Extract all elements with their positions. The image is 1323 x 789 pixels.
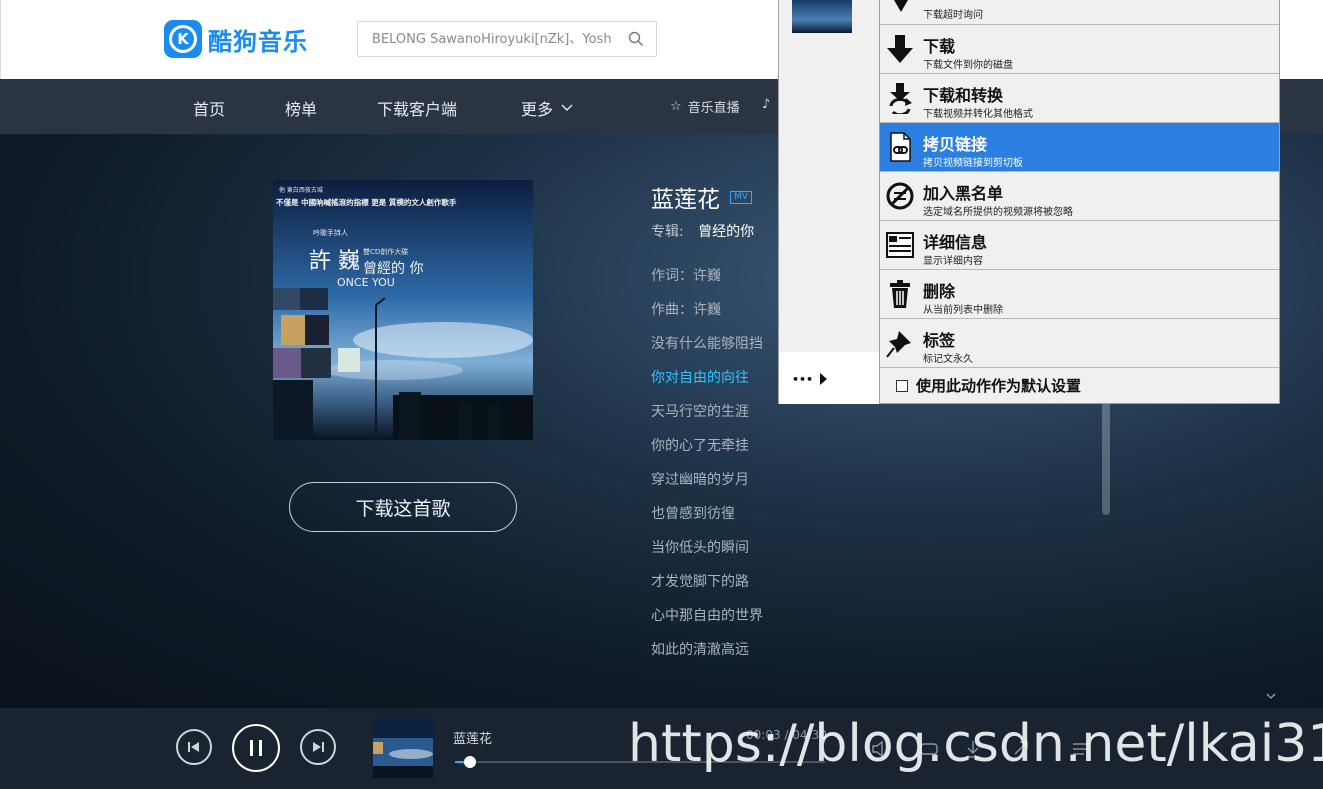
nav-charts[interactable]: 榜单	[285, 96, 317, 120]
menu-item-delete[interactable]: 删除 从当前列表中删除	[880, 270, 1279, 319]
menu-item-sub: 标记文永久	[923, 354, 973, 365]
cover-album-en: ONCE YOU	[337, 276, 395, 289]
menu-item-label: 下载	[923, 37, 956, 56]
download-song-button[interactable]: 下载这首歌	[289, 482, 517, 532]
menu-item-sub: 拷贝视频链接到剪切板	[923, 158, 1023, 169]
nav-more[interactable]: 更多	[521, 96, 573, 120]
song-title-text: 蓝莲花	[651, 187, 720, 213]
default-action-checkbox[interactable]	[896, 379, 908, 392]
menu-item-label: 详细信息	[923, 233, 988, 252]
nav-download-client[interactable]: 下载客户端	[377, 96, 457, 120]
menu-item-sub: 从当前列表中删除	[923, 305, 1003, 316]
menu-item-sub: 下载文件到你的磁盘	[923, 60, 1013, 71]
nav-live[interactable]: ☆ 音乐直播	[670, 97, 740, 116]
more-label: •••	[791, 372, 814, 386]
lyric-line: 你的心了无牵挂	[651, 438, 749, 454]
lyric-line: 作词：许巍	[651, 268, 721, 284]
nav-more-label: 更多	[521, 100, 554, 119]
menu-item-sub: 显示详细内容	[923, 256, 983, 267]
previous-icon	[188, 742, 199, 752]
previous-button[interactable]	[176, 729, 212, 765]
copy-link-icon	[890, 132, 911, 162]
album-name[interactable]: 曾经的你	[698, 224, 754, 240]
lyric-line-active: 你对自由的向往	[651, 370, 749, 386]
context-side-panel: •••	[778, 0, 879, 404]
menu-item-download-convert[interactable]: 下载和转换 下载视频并转化其他格式	[880, 74, 1279, 123]
lyric-line: 心中那自由的世界	[651, 608, 763, 624]
cover-sub: 雙CD創作大碟	[363, 247, 408, 256]
menu-item-sub: 下载视频并转化其他格式	[923, 109, 1033, 120]
menu-item-copy-link[interactable]: 拷贝链接 拷贝视频链接到剪切板	[880, 123, 1279, 172]
nav-live-label: 音乐直播	[687, 101, 740, 116]
watermark: https://blog.csdn.net/lkai312	[628, 714, 1323, 774]
lyric-line: 天马行空的生涯	[651, 404, 749, 420]
default-action-label: 使用此动作作为默认设置	[916, 377, 1082, 395]
lyric-line: 作曲：许巍	[651, 302, 721, 318]
lyric-line: 没有什么能够阻挡	[651, 336, 763, 352]
play-arrow-icon	[820, 373, 828, 385]
song-title: 蓝莲花 MV	[651, 180, 752, 214]
details-icon	[886, 232, 914, 258]
download-convert-icon	[889, 83, 912, 114]
pause-icon	[250, 740, 262, 756]
progress-knob[interactable]	[463, 756, 476, 768]
cover-artist: 許 巍	[309, 249, 360, 274]
cover-line2: 不僅是 中國吶喊搖滾的指標 更是 質樸的文人創作歌手	[276, 197, 457, 207]
pin-icon	[886, 331, 911, 358]
menu-item-label: 删除	[923, 282, 956, 301]
search-box	[357, 21, 657, 57]
chevron-down-icon[interactable]	[1265, 690, 1277, 702]
menu-item-blacklist[interactable]: 加入黑名单 选定域名所提供的视频源将被忽略	[880, 172, 1279, 221]
download-icon	[887, 35, 913, 63]
player-song-title: 蓝莲花	[453, 732, 493, 747]
default-action-row[interactable]: 使用此动作作为默认设置	[880, 368, 1279, 403]
download-ask-icon	[894, 0, 908, 12]
lyric-line: 也曾感到彷徨	[651, 506, 735, 522]
cover-line3: 吟歌手詩人	[313, 228, 348, 237]
cover-album: 曾經的 你	[363, 261, 423, 277]
logo[interactable]: K 酷狗音乐	[164, 20, 308, 58]
logo-icon: K	[164, 20, 202, 58]
menu-item-details[interactable]: 详细信息 显示详细内容	[880, 221, 1279, 270]
album-cover: 他 東白西夜古城 不僅是 中國吶喊搖滾的指標 更是 質樸的文人創作歌手 吟歌手詩…	[273, 180, 533, 440]
star-icon: ☆	[670, 99, 682, 114]
context-menu: 下载超时询问 下载 下载文件到你的磁盘 下载和转换 下载视频并转化其他格式 拷贝…	[879, 0, 1280, 404]
menu-item-label: 拷贝链接	[923, 135, 988, 154]
menu-item-label: 加入黑名单	[923, 184, 1004, 203]
lyrics-scrollbar[interactable]	[1102, 395, 1110, 515]
lyric-line: 才发觉脚下的路	[651, 574, 749, 590]
menu-item-sub: 下载超时询问	[923, 10, 983, 21]
menu-item-label: 下载和转换	[923, 86, 1004, 105]
menu-item-download[interactable]: 下载 下载文件到你的磁盘	[880, 25, 1279, 74]
search-icon[interactable]	[628, 31, 644, 47]
mini-album-cover[interactable]	[373, 718, 433, 778]
lyric-line: 如此的清澈高远	[651, 642, 749, 658]
chevron-down-icon	[561, 104, 573, 111]
music-note-icon[interactable]: ♪	[762, 97, 770, 112]
menu-item-sub: 选定域名所提供的视频源将被忽略	[923, 207, 1073, 218]
logo-text: 酷狗音乐	[208, 27, 308, 56]
menu-item-label: 标签	[923, 331, 956, 350]
cover-line1: 他 東白西夜古城	[279, 186, 323, 194]
nav-home[interactable]: 首页	[193, 96, 225, 120]
next-button[interactable]	[300, 729, 336, 765]
album-line: 专辑: 曾经的你	[651, 221, 754, 241]
mv-badge[interactable]: MV	[730, 190, 752, 204]
pause-button[interactable]	[232, 724, 280, 772]
more-actions-button[interactable]: •••	[789, 357, 831, 401]
blacklist-icon	[886, 182, 914, 210]
video-thumbnail[interactable]	[792, 0, 852, 33]
search-input[interactable]	[358, 22, 620, 56]
menu-item-tag[interactable]: 标签 标记文永久	[880, 319, 1279, 368]
logo-letter: K	[169, 25, 197, 53]
lyric-line: 穿过幽暗的岁月	[651, 472, 749, 488]
next-icon	[313, 742, 324, 752]
lyric-line: 当你低头的瞬间	[651, 540, 749, 556]
trash-icon	[890, 280, 910, 308]
menu-item-partial[interactable]: 下载超时询问	[880, 0, 1279, 25]
album-label: 专辑:	[651, 224, 684, 240]
